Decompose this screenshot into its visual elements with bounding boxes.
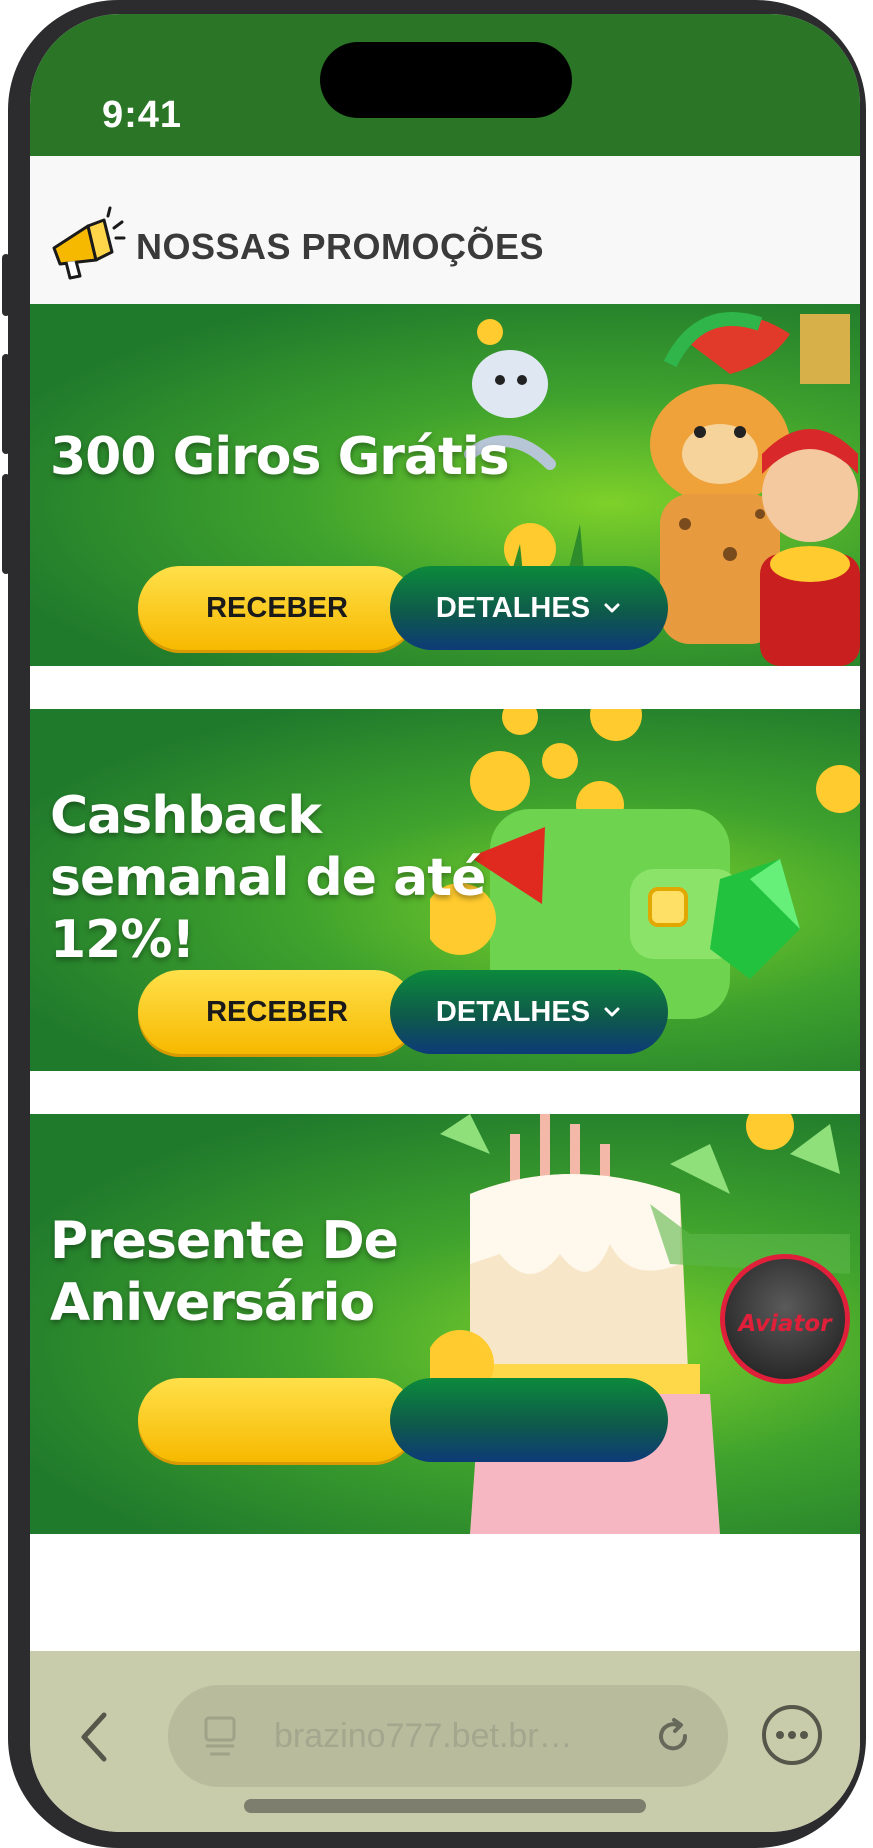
chevron-down-icon bbox=[604, 1007, 620, 1017]
status-time: 9:41 bbox=[102, 94, 183, 136]
details-button[interactable]: DETALHES bbox=[390, 970, 668, 1054]
chevron-down-icon bbox=[604, 603, 620, 613]
volume-down-button bbox=[2, 474, 10, 574]
url-text: brazino777.bet.br… bbox=[274, 1717, 573, 1755]
back-chevron-icon[interactable] bbox=[74, 1707, 114, 1767]
receive-button[interactable]: RECEBER bbox=[138, 566, 416, 650]
promo-title: Presente De Aniversário bbox=[50, 1211, 399, 1333]
screen: 9:41 NOSSAS PROMOÇÕES 300 Giros Grátis R… bbox=[30, 14, 860, 1832]
receive-button[interactable] bbox=[138, 1378, 416, 1462]
promo-title: 300 Giros Grátis bbox=[50, 427, 510, 487]
megaphone-icon bbox=[52, 206, 126, 280]
status-bar: 9:41 bbox=[30, 14, 860, 156]
promo-title: Cashback semanal de até 12%! bbox=[50, 786, 486, 970]
more-icon[interactable] bbox=[760, 1703, 824, 1767]
details-button[interactable] bbox=[390, 1378, 668, 1462]
details-button[interactable]: DETALHES bbox=[390, 566, 668, 650]
phone-frame: 9:41 NOSSAS PROMOÇÕES 300 Giros Grátis R… bbox=[2, 0, 866, 1848]
dynamic-island bbox=[320, 42, 572, 118]
volume-up-button bbox=[2, 354, 10, 454]
tabs-icon bbox=[204, 1716, 236, 1756]
action-button bbox=[2, 254, 10, 316]
home-indicator[interactable] bbox=[244, 1799, 646, 1813]
aviator-floating-button[interactable]: Aviator bbox=[720, 1254, 850, 1384]
browser-toolbar: brazino777.bet.br… bbox=[30, 1651, 860, 1832]
address-bar[interactable]: brazino777.bet.br… bbox=[168, 1685, 728, 1787]
aviator-label: Aviator bbox=[738, 1311, 832, 1337]
page-content[interactable]: NOSSAS PROMOÇÕES 300 Giros Grátis RECEBE… bbox=[30, 156, 860, 1651]
receive-button[interactable]: RECEBER bbox=[138, 970, 416, 1054]
reload-icon[interactable] bbox=[654, 1717, 692, 1755]
page-title: NOSSAS PROMOÇÕES bbox=[136, 226, 545, 267]
